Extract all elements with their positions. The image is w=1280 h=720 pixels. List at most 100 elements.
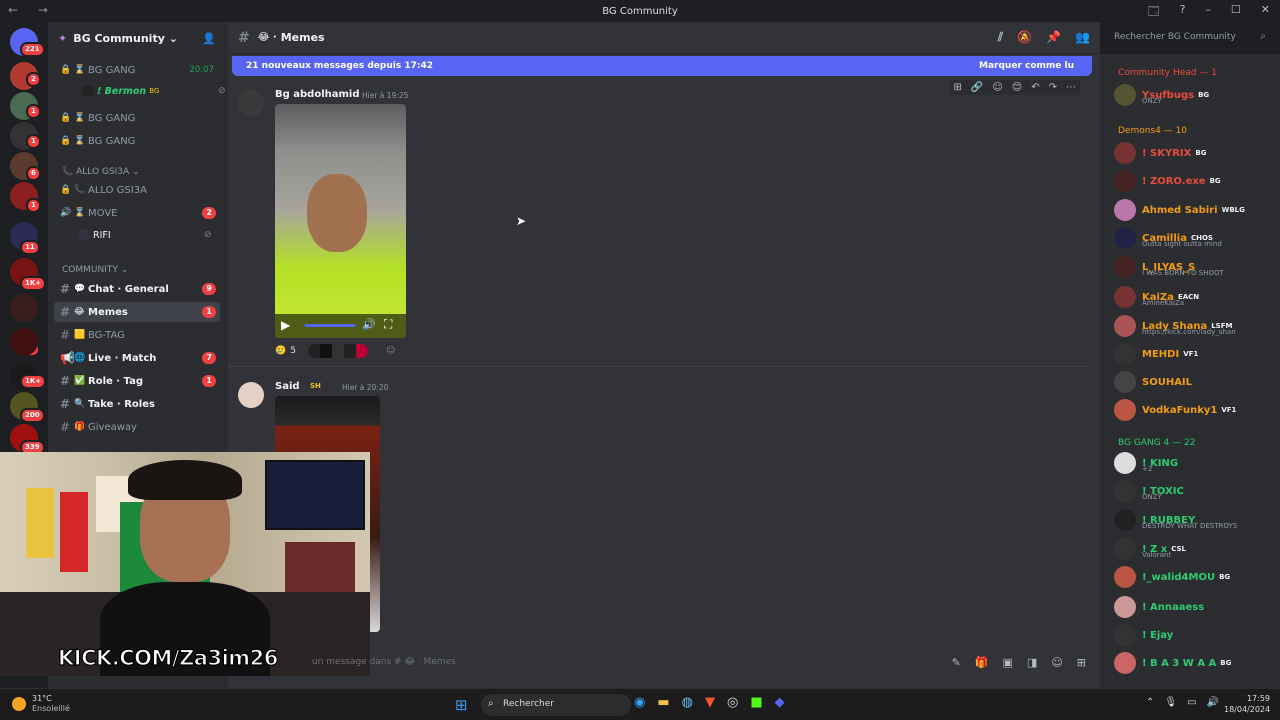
avatar (78, 229, 90, 241)
member-item[interactable]: VodkaFunky1 VF1 (1114, 397, 1276, 423)
notification-bell-icon[interactable]: 🔕 (1017, 30, 1032, 45)
channel-allo[interactable]: 🔒 📞 ALLO GSI3A (54, 180, 220, 200)
volume-icon[interactable]: 🔊 (362, 318, 376, 331)
channel-memes[interactable]: # 😂 Memes 1 (54, 302, 220, 322)
voice-channel-bg-gang-1[interactable]: 🔒 ⌛ BG GANG 20:07 (54, 60, 220, 80)
channel-header: # 😂 · Memes ⫽ 🔕 📌 👥 (228, 22, 1100, 54)
play-icon[interactable]: ▶ (281, 318, 290, 332)
discord-icon[interactable]: ◆ (775, 695, 785, 710)
member-item[interactable]: !_walid4MOU BG (1114, 564, 1276, 590)
member-item[interactable]: Ysufbugs BG ONZY (1114, 82, 1276, 108)
channel-giveaway[interactable]: # 🎁 Giveaway (54, 417, 220, 437)
message-input[interactable]: un message dans # 😂 · Memes ✎ 🎁 ▣ ◨ ☺ ⊞ (240, 652, 1090, 674)
member-item[interactable]: ! Z x CSL Valorant (1114, 536, 1276, 562)
member-item[interactable]: ! B A 3 W A A BG (1114, 650, 1276, 676)
obs-icon[interactable]: ◎ (727, 695, 738, 710)
member-item[interactable]: ! RUBBEY DESTROY WHAT DESTROYS (1114, 507, 1276, 533)
file-explorer-icon[interactable]: ▬ (657, 695, 669, 710)
member-item[interactable]: ! TOXIC ONZY (1114, 478, 1276, 504)
nitro-icon[interactable]: ✎ (952, 656, 961, 669)
member-item[interactable]: ! Ejay (1114, 622, 1276, 648)
weather-widget[interactable]: 31°C Ensoleillé (12, 694, 70, 714)
member-item[interactable]: ! KING +2 (1114, 450, 1276, 476)
more-icon[interactable]: ⋯ (1066, 82, 1076, 93)
member-item[interactable]: L_ILYAS_S I WAS BORN TO SHOOT (1114, 254, 1276, 280)
member-list-icon[interactable]: 👥 (1075, 30, 1090, 45)
threads-icon[interactable]: ⫽ (998, 30, 1003, 45)
video-attachment[interactable]: ▶ 🔊 ⛶ (275, 104, 406, 338)
channel-bg-tag[interactable]: # 🟨 BG-TAG (54, 325, 220, 345)
channel-general[interactable]: # 💬 Chat · General 9 (54, 279, 220, 299)
pin-icon[interactable]: 📌 (1046, 30, 1061, 45)
channel-take-roles[interactable]: # 🔍 Take · Roles (54, 394, 220, 414)
reactor-avatars[interactable] (307, 344, 368, 358)
add-reaction-icon[interactable]: ☺ (386, 346, 395, 356)
link-icon[interactable]: 🔗 (971, 82, 983, 93)
server-icon[interactable] (10, 294, 38, 322)
avatar[interactable] (238, 90, 264, 116)
category-community[interactable]: COMMUNITY ⌄ (62, 265, 128, 275)
sticker-icon[interactable]: ◨ (1027, 656, 1037, 669)
member-item[interactable]: ! Annaaess (1114, 594, 1276, 620)
emoji-icon[interactable]: 😊 (1012, 82, 1022, 93)
inbox-icon[interactable]: 🗔 (1148, 3, 1160, 22)
brave-icon[interactable]: ▼ (705, 695, 715, 710)
minimize-icon[interactable]: – (1205, 3, 1211, 22)
app-icon[interactable]: ⊞ (954, 82, 962, 93)
kick-app-icon[interactable]: ■ (750, 695, 762, 710)
member-item[interactable]: ! SKYRIX BG (1114, 140, 1276, 166)
windows-start-icon[interactable]: ⊞ (455, 696, 468, 714)
voice-channel-bg-gang-3[interactable]: 🔒 ⌛ BG GANG (54, 131, 220, 151)
avatar (1114, 286, 1136, 308)
new-messages-bar[interactable]: 21 nouveaux messages depuis 17:42 Marque… (232, 56, 1092, 76)
add-reaction-icon[interactable]: ☺ (992, 82, 1002, 93)
channel-label: Live · Match (88, 352, 157, 364)
voice-user[interactable]: ! Bermon BG ⊘ (82, 85, 226, 97)
channel-role-tag[interactable]: # ✅ Role · Tag 1 (54, 371, 220, 391)
maximize-icon[interactable]: ☐ (1231, 3, 1241, 22)
avatar[interactable] (238, 382, 264, 408)
help-icon[interactable]: ? (1180, 3, 1186, 22)
channel-move[interactable]: 🔊 ⌛ MOVE 2 (54, 203, 220, 223)
server-icon[interactable] (10, 328, 38, 356)
mic-icon[interactable]: 🎙 (1164, 697, 1177, 708)
forward-icon[interactable]: ↷ (1049, 82, 1057, 93)
member-item[interactable]: MEHDI VF1 (1114, 341, 1276, 367)
progress-bar[interactable] (305, 324, 355, 327)
close-icon[interactable]: ✕ (1261, 3, 1270, 22)
mark-read-button[interactable]: Marquer comme lu (979, 61, 1074, 71)
reply-icon[interactable]: ↶ (1031, 82, 1039, 93)
gif-icon[interactable]: ▣ (1003, 656, 1013, 669)
volume-icon[interactable]: 🔊 (1207, 697, 1219, 708)
edge-icon[interactable]: ◉ (634, 695, 645, 710)
member-item[interactable]: Ahmed Sabiri WBLG (1114, 197, 1276, 223)
member-item[interactable]: Lady Shana LSFM https://kick.com/lady_shan (1114, 313, 1276, 339)
tray-chevron-icon[interactable]: ⌃ (1146, 697, 1154, 708)
voice-channel-bg-gang-2[interactable]: 🔒 ⌛ BG GANG (54, 108, 220, 128)
fullscreen-icon[interactable]: ⛶ (384, 317, 392, 332)
member-item[interactable]: Camillia CHOS Outta sight outta mind (1114, 225, 1276, 251)
network-icon[interactable]: ▭ (1187, 697, 1196, 708)
guild-header[interactable]: ✦ BG Community ⌄ 👤 (48, 22, 228, 54)
member-status: https://kick.com/lady_shan (1142, 328, 1236, 336)
category-allo[interactable]: 📞 ALLO GSI3A ⌄ (62, 167, 140, 177)
emoji-reaction-icon[interactable]: 🥲 (275, 346, 286, 356)
member-item[interactable]: KaiZa EACN AmineKaiZa (1114, 284, 1276, 310)
emoji-icon[interactable]: ☺ (1051, 656, 1062, 669)
channel-label: Role · Tag (88, 375, 143, 387)
apps-icon[interactable]: ⊞ (1077, 656, 1086, 669)
member-item[interactable]: ! ZORO.exe BG (1114, 168, 1276, 194)
taskbar-search[interactable]: ⌕ Rechercher (481, 694, 631, 716)
clock[interactable]: 17:59 18/04/2024 (1224, 693, 1270, 715)
phone-icon: 📞 (62, 167, 74, 177)
search-input[interactable]: Rechercher BG Community ⌕ (1108, 28, 1272, 48)
steam-icon[interactable]: ◍ (682, 695, 693, 710)
channel-live-match[interactable]: 📢 🌐 Live · Match 7 (54, 348, 220, 368)
invite-icon[interactable]: 👤 (202, 32, 216, 45)
nav-arrows[interactable]: ← → (8, 3, 56, 17)
voice-user-rifi[interactable]: RIFI ⊘ (78, 229, 212, 241)
gift-icon[interactable]: 🎁 (975, 656, 989, 669)
message-author[interactable]: Bg abdolhamid (275, 89, 360, 100)
member-item[interactable]: SOUHAIL (1114, 369, 1276, 395)
message-author[interactable]: Said (275, 381, 300, 392)
